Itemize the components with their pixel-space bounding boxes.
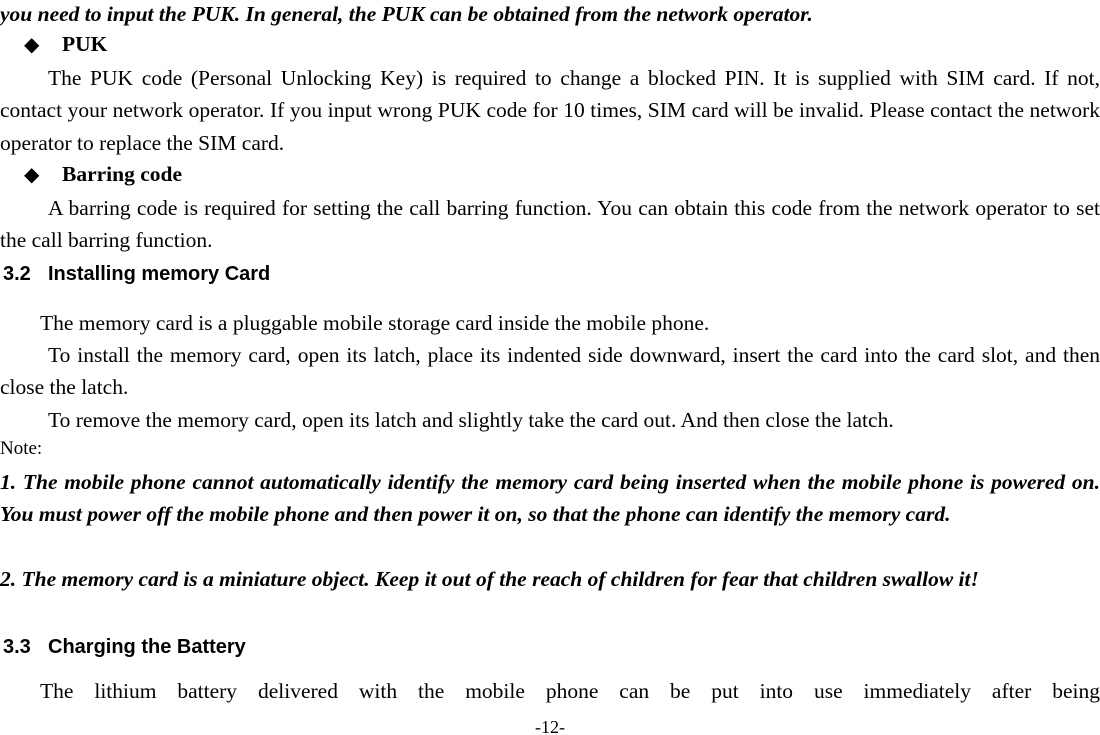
section-heading-3-2: 3.2 Installing memory Card: [0, 261, 1100, 287]
continued-paragraph: you need to input the PUK. In general, t…: [0, 0, 1100, 30]
paragraph-3-2-1-text: The memory card is a pluggable mobile st…: [40, 311, 710, 335]
section-heading-3-3: 3.3 Charging the Battery: [0, 634, 1100, 660]
paragraph-3-2-3: To remove the memory card, open its latc…: [0, 404, 1100, 436]
note-item-1-text: 1. The mobile phone cannot automatically…: [0, 470, 1100, 527]
document-page: you need to input the PUK. In general, t…: [0, 0, 1100, 735]
paragraph-puk-body: The PUK code (Personal Unlocking Key) is…: [0, 62, 1100, 159]
paragraph-3-2-2-text: To install the memory card, open its lat…: [0, 343, 1100, 400]
section-heading-3-2-title: Installing memory Card: [48, 263, 271, 285]
paragraph-barring-body-text: A barring code is required for setting t…: [0, 196, 1100, 253]
bullet-heading-puk-label: PUK: [62, 32, 108, 56]
note-item-1: 1. The mobile phone cannot automatically…: [0, 466, 1100, 531]
paragraph-puk-body-text: The PUK code (Personal Unlocking Key) is…: [0, 66, 1100, 155]
paragraph-3-2-1: The memory card is a pluggable mobile st…: [0, 307, 1100, 339]
page-number-footer: -12-: [535, 717, 565, 735]
note-item-2-text: 2. The memory card is a miniature object…: [0, 567, 979, 591]
paragraph-3-2-3-text: To remove the memory card, open its latc…: [48, 408, 894, 432]
paragraph-barring-body: A barring code is required for setting t…: [0, 192, 1100, 257]
continued-paragraph-text: you need to input the PUK. In general, t…: [0, 2, 813, 26]
paragraph-3-3-1-text: The lithium battery delivered with the m…: [40, 679, 1100, 703]
diamond-bullet-icon: ◆: [24, 162, 40, 186]
section-heading-3-3-title: Charging the Battery: [48, 636, 246, 658]
section-heading-3-2-number: 3.2: [3, 263, 31, 285]
bullet-heading-puk: ◆ PUK: [0, 29, 1100, 59]
section-heading-3-3-number: 3.3: [3, 636, 31, 658]
note-item-2: 2. The memory card is a miniature object…: [0, 563, 1100, 595]
note-label: Note:: [0, 438, 43, 459]
bullet-heading-barring: ◆ Barring code: [0, 159, 1100, 189]
diamond-bullet-icon: ◆: [24, 32, 40, 56]
paragraph-3-3-1: The lithium battery delivered with the m…: [0, 675, 1100, 707]
bullet-heading-barring-label: Barring code: [62, 162, 183, 186]
paragraph-3-2-2: To install the memory card, open its lat…: [0, 339, 1100, 404]
